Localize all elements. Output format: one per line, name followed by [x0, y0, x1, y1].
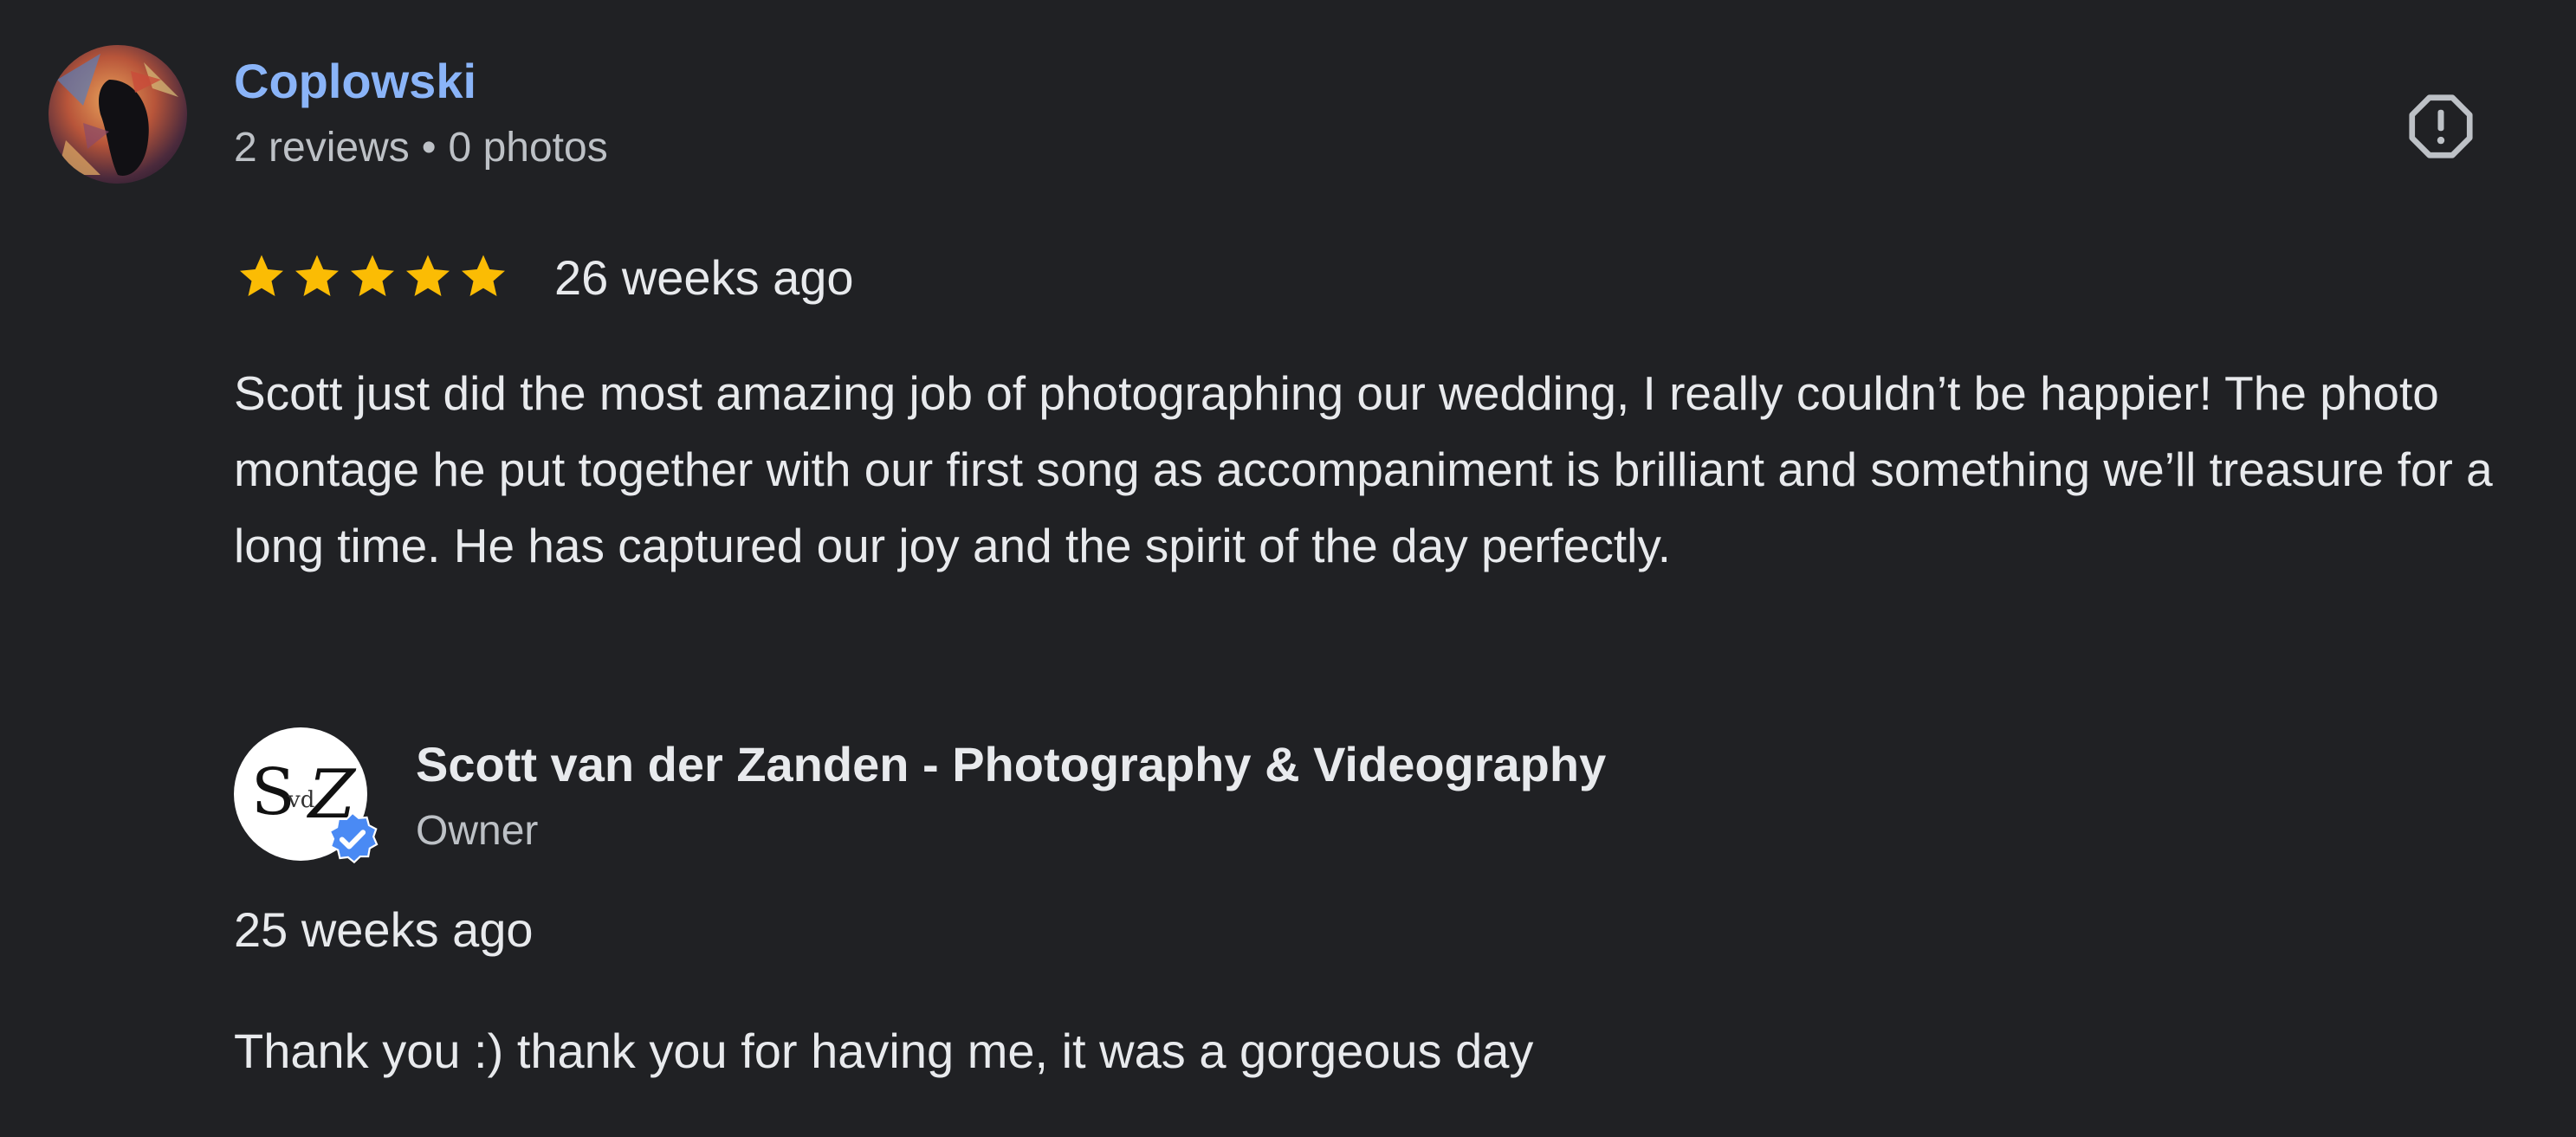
reviewer-photo-count: 0 photos [448, 125, 608, 171]
star-icon [351, 255, 394, 296]
reviewer-review-count: 2 reviews [234, 125, 410, 171]
star-icon [406, 255, 450, 296]
review-text: Scott just did the most amazing job of p… [234, 366, 2493, 572]
reviewer-name[interactable]: Coplowski [234, 50, 476, 113]
star-rating [236, 251, 509, 303]
owner-role-label: Owner [416, 808, 539, 854]
report-button[interactable] [2398, 83, 2484, 170]
report-icon [2409, 94, 2473, 158]
reviewer-meta: 2 reviews • 0 photos [234, 121, 608, 175]
reply-text: Thank you :) thank you for having me, it… [234, 1024, 1534, 1078]
rating-row: 26 weeks ago [236, 246, 854, 308]
reply-date: 25 weeks ago [234, 902, 534, 957]
reviewer-avatar[interactable] [49, 45, 187, 184]
review-date: 26 weeks ago [554, 249, 854, 305]
meta-separator: • [421, 125, 437, 171]
owner-avatar[interactable]: S vd Z [234, 727, 379, 864]
owner-name[interactable]: Scott van der Zanden - Photography & Vid… [416, 734, 1606, 795]
star-icon [295, 255, 339, 296]
star-icon [240, 255, 283, 296]
review-card: Coplowski 2 reviews • 0 photos 26 weeks ag… [0, 0, 2576, 1137]
user-avatar-icon [49, 45, 187, 184]
star-icon [462, 255, 505, 296]
verified-icon [328, 811, 379, 864]
